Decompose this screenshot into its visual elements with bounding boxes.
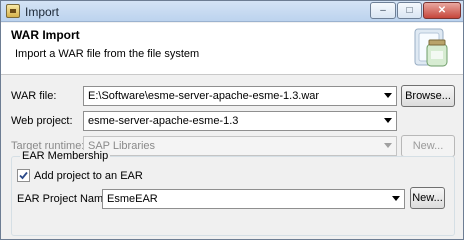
window-title: Import <box>25 5 60 19</box>
target-runtime-combo[interactable]: SAP Libraries <box>83 136 397 156</box>
page-title: WAR Import <box>11 28 80 42</box>
ear-project-combo[interactable]: EsmeEAR <box>102 189 405 209</box>
target-runtime-new-button[interactable]: New... <box>401 135 455 157</box>
add-to-ear-checkbox[interactable] <box>17 169 30 182</box>
ear-project-value: EsmeEAR <box>107 193 158 205</box>
jar-wizard-icon <box>414 28 448 67</box>
wizard-header: WAR Import Import a WAR file from the fi… <box>1 23 463 75</box>
check-icon <box>19 171 28 180</box>
web-project-combo[interactable]: esme-server-apache-esme-1.3 <box>83 111 397 131</box>
war-file-value: E:\Software\esme-server-apache-esme-1.3.… <box>88 90 320 102</box>
chevron-down-icon[interactable] <box>384 143 392 148</box>
maximize-button[interactable]: □ <box>397 2 422 19</box>
import-dialog: Import – □ ✕ WAR Import Import a WAR fil… <box>0 0 464 240</box>
chevron-down-icon[interactable] <box>392 196 400 201</box>
web-project-label: Web project: <box>11 115 73 127</box>
minimize-button[interactable]: – <box>370 2 396 19</box>
web-project-value: esme-server-apache-esme-1.3 <box>88 115 239 127</box>
browse-button[interactable]: Browse... <box>401 85 455 107</box>
title-bar[interactable]: Import – □ ✕ <box>1 1 463 22</box>
ear-project-name-label: EAR Project Name: <box>17 193 113 205</box>
chevron-down-icon[interactable] <box>384 118 392 123</box>
ear-new-button[interactable]: New... <box>410 187 445 209</box>
import-app-icon <box>6 4 20 18</box>
close-button[interactable]: ✕ <box>423 2 461 19</box>
page-description: Import a WAR file from the file system <box>15 48 200 60</box>
war-file-combo[interactable]: E:\Software\esme-server-apache-esme-1.3.… <box>83 86 397 106</box>
war-file-label: WAR file: <box>11 90 57 102</box>
chevron-down-icon[interactable] <box>384 93 392 98</box>
add-to-ear-label: Add project to an EAR <box>34 170 143 182</box>
ear-membership-title: EAR Membership <box>20 150 111 162</box>
